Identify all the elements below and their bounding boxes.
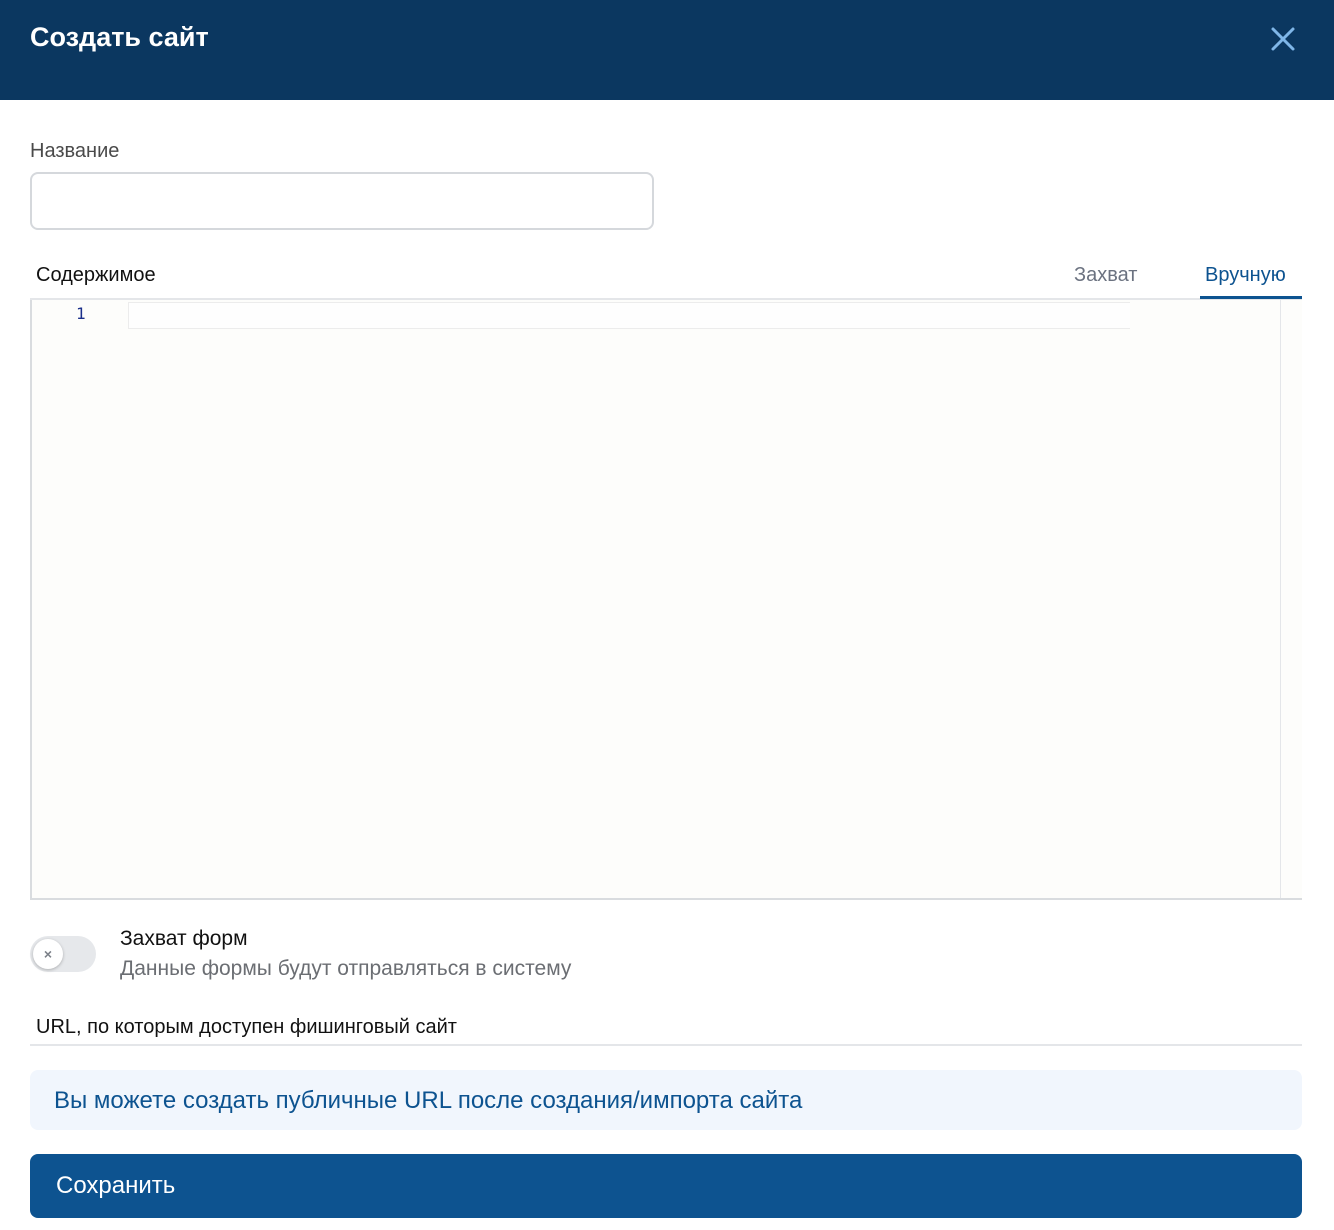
active-editor-line[interactable] — [128, 302, 1130, 329]
urls-label: URL, по которым доступен фишинговый сайт — [36, 1016, 457, 1038]
save-button[interactable]: Сохранить — [30, 1154, 1302, 1218]
name-label: Название — [30, 140, 120, 162]
info-alert: Вы можете создать публичные URL после со… — [30, 1070, 1302, 1130]
active-tab-indicator — [1200, 296, 1302, 299]
save-button-label: Сохранить — [56, 1172, 176, 1199]
tab-capture[interactable]: Захват — [1074, 262, 1137, 288]
tab-manual[interactable]: Вручную — [1205, 262, 1286, 288]
form-capture-title: Захват форм — [120, 927, 248, 950]
line-number: 1 — [76, 304, 86, 323]
content-label: Содержимое — [36, 264, 156, 286]
close-icon — [1271, 27, 1295, 51]
editor-scrollbar-track[interactable] — [1280, 300, 1281, 898]
form-capture-description: Данные формы будут отправляться в систем… — [120, 957, 572, 980]
form-capture-toggle[interactable]: × — [30, 936, 96, 972]
code-editor[interactable]: 1 — [30, 300, 1302, 900]
toggle-off-icon: × — [33, 939, 63, 969]
info-text: Вы можете создать публичные URL после со… — [54, 1087, 803, 1114]
close-button[interactable] — [1266, 22, 1300, 56]
name-input[interactable] — [30, 172, 654, 230]
urls-divider — [30, 1044, 1302, 1046]
dialog-title: Создать сайт — [30, 22, 209, 52]
dialog-header: Создать сайт — [0, 0, 1334, 100]
